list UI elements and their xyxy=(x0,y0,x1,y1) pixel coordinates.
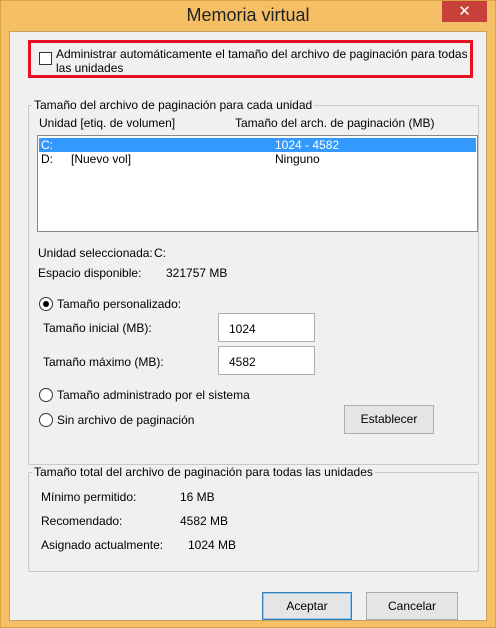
title-bar: Memoria virtual ✕ xyxy=(1,1,495,31)
set-button[interactable]: Establecer xyxy=(344,405,434,434)
totals-group-title: Tamaño total del archivo de paginación p… xyxy=(32,465,375,479)
max-size-label: Tamaño máximo (MB): xyxy=(43,355,164,369)
drive-letter: C: xyxy=(41,138,53,152)
allocated-value: 1024 MB xyxy=(188,538,237,552)
system-managed-label[interactable]: Tamaño administrado por el sistema xyxy=(57,388,250,402)
selected-drive-value: C: xyxy=(154,246,166,260)
recommended-label: Recomendado: xyxy=(41,514,123,528)
highlight-box: Administrar automáticamente el tamaño de… xyxy=(28,40,473,78)
allocated-label: Asignado actualmente: xyxy=(41,538,164,552)
virtual-memory-dialog: Memoria virtual ✕ Administrar automática… xyxy=(0,0,496,628)
no-paging-label[interactable]: Sin archivo de paginación xyxy=(57,413,194,427)
max-size-field[interactable] xyxy=(218,346,315,375)
selected-drive-label: Unidad seleccionada: xyxy=(38,246,153,260)
dialog-client-area: Administrar automáticamente el tamaño de… xyxy=(9,31,487,621)
column-header-size: Tamaño del arch. de paginación (MB) xyxy=(235,116,435,130)
drive-row-c[interactable]: C: 1024 - 4582 xyxy=(39,138,476,152)
cancel-button[interactable]: Cancelar xyxy=(366,592,458,620)
min-allowed-value: 16 MB xyxy=(180,490,215,504)
drive-volume-label: [Nuevo vol] xyxy=(71,152,132,166)
custom-size-label[interactable]: Tamaño personalizado: xyxy=(57,297,181,311)
close-button[interactable]: ✕ xyxy=(442,1,487,22)
auto-manage-checkbox[interactable] xyxy=(39,52,52,65)
drive-letter: D: xyxy=(41,152,53,166)
per-drive-group-title: Tamaño del archivo de paginación para ca… xyxy=(32,98,315,112)
drive-size: 1024 - 4582 xyxy=(275,138,340,152)
free-space-label: Espacio disponible: xyxy=(38,266,142,280)
initial-size-field[interactable] xyxy=(218,313,315,342)
initial-size-label: Tamaño inicial (MB): xyxy=(43,321,152,335)
free-space-value: 321757 MB xyxy=(166,266,228,280)
accept-button[interactable]: Aceptar xyxy=(262,592,352,620)
drive-size: Ninguno xyxy=(275,152,320,166)
drive-list[interactable]: C: 1024 - 4582 D: [Nuevo vol] Ninguno xyxy=(37,135,478,232)
no-paging-radio[interactable] xyxy=(39,413,53,427)
drive-row-d[interactable]: D: [Nuevo vol] Ninguno xyxy=(39,152,476,166)
system-managed-radio[interactable] xyxy=(39,388,53,402)
min-allowed-label: Mínimo permitido: xyxy=(41,490,137,504)
window-title: Memoria virtual xyxy=(186,5,310,25)
custom-size-radio[interactable] xyxy=(39,297,53,311)
recommended-value: 4582 MB xyxy=(180,514,229,528)
column-header-drive: Unidad [etiq. de volumen] xyxy=(39,116,176,130)
auto-manage-label[interactable]: Administrar automáticamente el tamaño de… xyxy=(56,47,471,75)
